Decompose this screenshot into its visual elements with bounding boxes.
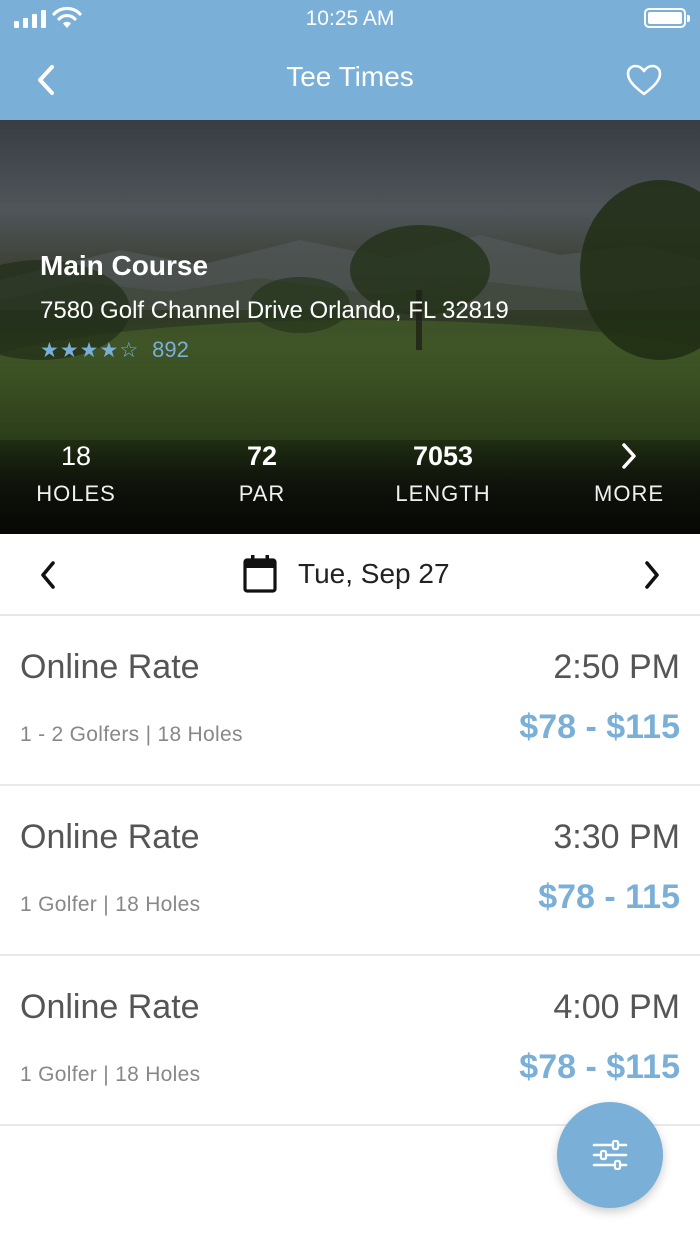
tee-time-row[interactable]: Online Rate 3:30 PM 1 Golfer | 18 Holes … [0,786,700,956]
review-count: 892 [152,337,189,362]
previous-day-button[interactable] [26,553,70,597]
star-filled-icon: ★ [99,338,119,362]
more-button[interactable]: MORE [559,436,699,507]
star-empty-icon: ☆ [119,338,139,362]
course-name: Main Course [40,250,209,281]
stat-holes: 18 HOLES [6,436,146,507]
tee-time-details: 1 - 2 Golfers | 18 Holes [20,723,243,746]
price-range: $78 - $115 [519,1048,680,1086]
tee-time-list: Online Rate 2:50 PM 1 - 2 Golfers | 18 H… [0,616,700,1126]
star-filled-icon: ★ [59,338,79,362]
tee-time-row[interactable]: Online Rate 2:50 PM 1 - 2 Golfers | 18 H… [0,616,700,786]
date-selector: Tue, Sep 27 [0,534,700,616]
status-time: 10:25 AM [305,7,395,30]
chevron-left-icon [41,561,55,589]
price-range: $78 - $115 [519,708,680,746]
date-picker-button[interactable]: Tue, Sep 27 [242,554,450,594]
battery-icon [644,8,690,28]
stat-label: HOLES [36,481,116,506]
stat-value: 72 [246,441,278,471]
stat-label: PAR [238,481,286,506]
course-address: 7580 Golf Channel Drive Orlando, FL 3281… [40,297,509,324]
chevron-right-icon [622,443,636,469]
chevron-right-icon [645,561,659,589]
stat-label: MORE [594,481,664,506]
rate-name: Online Rate [20,818,200,856]
stat-value: 7053 [412,441,474,471]
calendar-icon [243,555,277,593]
favorite-button[interactable] [622,58,666,102]
status-bar: 10:25 AM [0,0,700,40]
filter-sliders-icon [592,1140,628,1170]
rate-name: Online Rate [20,648,200,686]
filter-button[interactable] [557,1102,663,1208]
tee-time: 2:50 PM [553,648,680,686]
tee-time-details: 1 Golfer | 18 Holes [20,893,201,916]
stat-par: 72 PAR [192,436,332,507]
stat-length: 7053 LENGTH [373,436,513,507]
tee-time: 3:30 PM [553,818,680,856]
heart-icon [626,64,662,96]
next-day-button[interactable] [630,553,674,597]
more-chevron [559,436,699,476]
price-range: $78 - 115 [538,878,680,916]
star-filled-icon: ★ [40,338,59,362]
tee-time-row[interactable]: Online Rate 4:00 PM 1 Golfer | 18 Holes … [0,956,700,1126]
stat-label: LENGTH [395,481,491,506]
rating-stars: ★ ★ ★ ★ ☆ [40,338,138,363]
tee-time: 4:00 PM [553,988,680,1026]
course-stats: 18 HOLES 72 PAR 7053 LENGTH MORE [0,436,700,526]
top-bar: 10:25 AM Tee Times [0,0,700,120]
selected-date: Tue, Sep 27 [298,558,450,589]
rate-name: Online Rate [20,988,200,1026]
page-title: Tee Times [286,61,414,92]
tee-time-details: 1 Golfer | 18 Holes [20,1063,201,1086]
star-filled-icon: ★ [79,338,99,362]
course-rating: ★ ★ ★ ★ ☆ 892 [40,337,189,363]
stat-value: 18 [60,441,92,471]
course-hero-image: Main Course 7580 Golf Channel Drive Orla… [0,120,700,534]
